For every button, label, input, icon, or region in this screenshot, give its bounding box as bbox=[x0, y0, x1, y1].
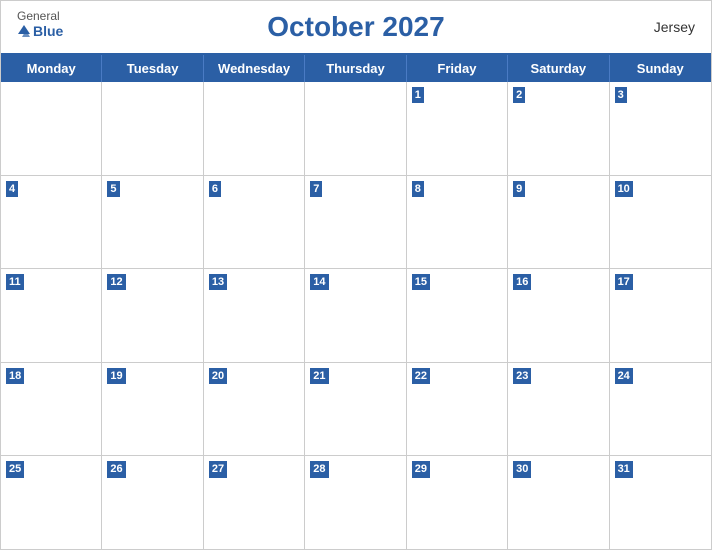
day-cell-3-6: 24 bbox=[610, 363, 711, 456]
day-number-29: 29 bbox=[412, 461, 430, 477]
day-number-11: 11 bbox=[6, 274, 24, 290]
day-number-22: 22 bbox=[412, 368, 430, 384]
header-friday: Friday bbox=[407, 55, 508, 82]
day-cell-2-5: 16 bbox=[508, 269, 609, 362]
region-label: Jersey bbox=[654, 19, 695, 35]
day-number-25: 25 bbox=[6, 461, 24, 477]
day-number-7: 7 bbox=[310, 181, 322, 197]
day-cell-1-3: 7 bbox=[305, 176, 406, 269]
day-cell-4-2: 27 bbox=[204, 456, 305, 549]
day-number-14: 14 bbox=[310, 274, 328, 290]
day-cell-0-0 bbox=[1, 82, 102, 175]
calendar-title: October 2027 bbox=[267, 11, 444, 43]
day-headers: Monday Tuesday Wednesday Thursday Friday… bbox=[1, 55, 711, 82]
day-number-18: 18 bbox=[6, 368, 24, 384]
calendar-container: General Blue October 2027 Jersey Monday … bbox=[0, 0, 712, 550]
day-cell-2-6: 17 bbox=[610, 269, 711, 362]
header-wednesday: Wednesday bbox=[204, 55, 305, 82]
day-cell-4-6: 31 bbox=[610, 456, 711, 549]
day-cell-0-3 bbox=[305, 82, 406, 175]
day-number-24: 24 bbox=[615, 368, 633, 384]
day-cell-0-2 bbox=[204, 82, 305, 175]
day-cell-0-1 bbox=[102, 82, 203, 175]
header-saturday: Saturday bbox=[508, 55, 609, 82]
day-number-20: 20 bbox=[209, 368, 227, 384]
header-sunday: Sunday bbox=[610, 55, 711, 82]
day-cell-1-4: 8 bbox=[407, 176, 508, 269]
day-number-19: 19 bbox=[107, 368, 125, 384]
day-cell-2-1: 12 bbox=[102, 269, 203, 362]
day-cell-2-4: 15 bbox=[407, 269, 508, 362]
day-cell-1-2: 6 bbox=[204, 176, 305, 269]
logo-blue: Blue bbox=[17, 23, 63, 39]
day-number-5: 5 bbox=[107, 181, 119, 197]
header-thursday: Thursday bbox=[305, 55, 406, 82]
day-number-1: 1 bbox=[412, 87, 424, 103]
day-cell-3-1: 19 bbox=[102, 363, 203, 456]
day-number-2: 2 bbox=[513, 87, 525, 103]
day-cell-1-1: 5 bbox=[102, 176, 203, 269]
day-cell-3-2: 20 bbox=[204, 363, 305, 456]
day-number-4: 4 bbox=[6, 181, 18, 197]
day-number-8: 8 bbox=[412, 181, 424, 197]
day-number-9: 9 bbox=[513, 181, 525, 197]
day-cell-3-3: 21 bbox=[305, 363, 406, 456]
day-cell-2-3: 14 bbox=[305, 269, 406, 362]
week-row-2: 4 5 6 7 8 9 10 bbox=[1, 176, 711, 270]
day-cell-4-3: 28 bbox=[305, 456, 406, 549]
day-number-16: 16 bbox=[513, 274, 531, 290]
day-number-27: 27 bbox=[209, 461, 227, 477]
logo-icon bbox=[17, 24, 31, 38]
day-cell-0-5: 2 bbox=[508, 82, 609, 175]
day-number-13: 13 bbox=[209, 274, 227, 290]
day-cell-3-4: 22 bbox=[407, 363, 508, 456]
day-cell-3-0: 18 bbox=[1, 363, 102, 456]
day-cell-4-1: 26 bbox=[102, 456, 203, 549]
header-monday: Monday bbox=[1, 55, 102, 82]
day-cell-1-0: 4 bbox=[1, 176, 102, 269]
day-cell-2-0: 11 bbox=[1, 269, 102, 362]
day-cell-4-4: 29 bbox=[407, 456, 508, 549]
day-number-31: 31 bbox=[615, 461, 633, 477]
day-number-26: 26 bbox=[107, 461, 125, 477]
day-number-17: 17 bbox=[615, 274, 633, 290]
day-cell-2-2: 13 bbox=[204, 269, 305, 362]
day-cell-1-5: 9 bbox=[508, 176, 609, 269]
day-cell-0-4: 1 bbox=[407, 82, 508, 175]
day-number-6: 6 bbox=[209, 181, 221, 197]
day-number-21: 21 bbox=[310, 368, 328, 384]
calendar-header: General Blue October 2027 Jersey bbox=[1, 1, 711, 53]
logo-area: General Blue bbox=[17, 9, 63, 39]
day-number-30: 30 bbox=[513, 461, 531, 477]
day-cell-4-0: 25 bbox=[1, 456, 102, 549]
day-number-15: 15 bbox=[412, 274, 430, 290]
weeks-container: 1234567891011121314151617181920212223242… bbox=[1, 82, 711, 549]
day-cell-3-5: 23 bbox=[508, 363, 609, 456]
day-number-23: 23 bbox=[513, 368, 531, 384]
day-cell-4-5: 30 bbox=[508, 456, 609, 549]
day-number-3: 3 bbox=[615, 87, 627, 103]
day-cell-1-6: 10 bbox=[610, 176, 711, 269]
day-cell-0-6: 3 bbox=[610, 82, 711, 175]
day-number-10: 10 bbox=[615, 181, 633, 197]
week-row-5: 25 26 27 28 29 30 31 bbox=[1, 456, 711, 549]
header-tuesday: Tuesday bbox=[102, 55, 203, 82]
week-row-3: 11 12 13 14 15 16 17 bbox=[1, 269, 711, 363]
logo-general: General bbox=[17, 9, 60, 23]
week-row-4: 18 19 20 21 22 23 24 bbox=[1, 363, 711, 457]
week-row-1: 1 2 3 bbox=[1, 82, 711, 176]
calendar-grid: Monday Tuesday Wednesday Thursday Friday… bbox=[1, 53, 711, 549]
logo-blue-text: Blue bbox=[33, 23, 63, 39]
day-number-28: 28 bbox=[310, 461, 328, 477]
day-number-12: 12 bbox=[107, 274, 125, 290]
